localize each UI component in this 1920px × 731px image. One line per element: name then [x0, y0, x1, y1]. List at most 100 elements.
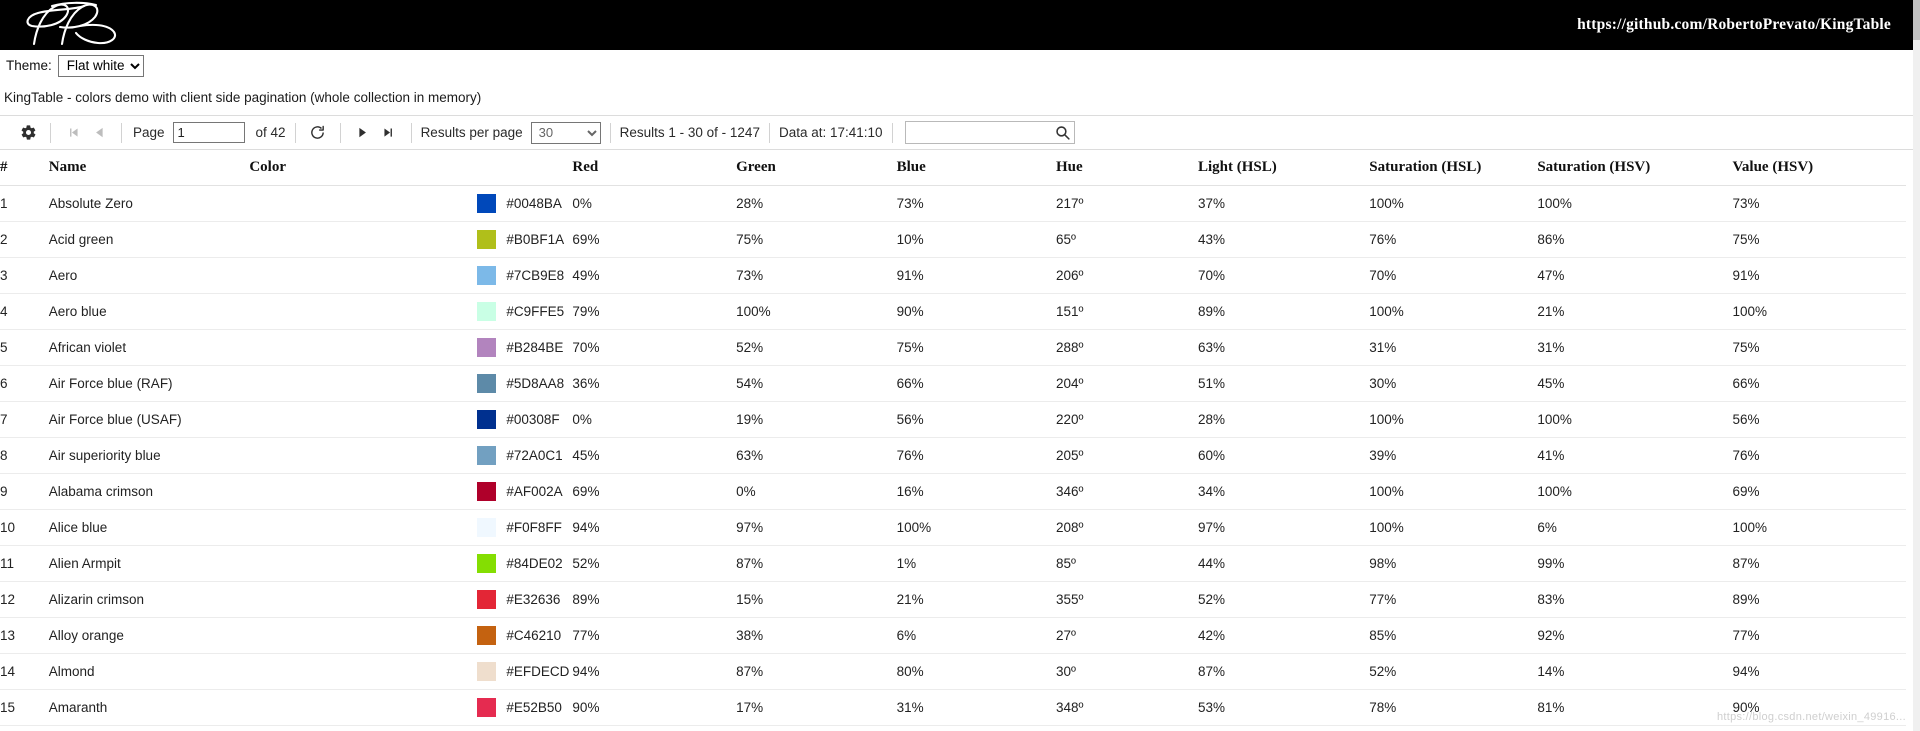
cell-name: Air superiority blue	[48, 437, 250, 474]
cell-blue: 1%	[896, 545, 1056, 582]
cell-hue: 30º	[1055, 653, 1198, 690]
nav-back-group	[51, 116, 121, 150]
table-row[interactable]: 7 Air Force blue (USAF) #00308F 0% 19% 56% 220…	[0, 401, 1906, 438]
table-row[interactable]: 14 Almond #EFDECD 94% 87% 80% 30º 87% 52% 14% 94%	[0, 653, 1906, 690]
gear-icon[interactable]	[15, 120, 41, 146]
column-header-light-hsl[interactable]: Light (HSL)	[1197, 150, 1370, 186]
page-input[interactable]	[172, 122, 245, 143]
color-swatch	[477, 482, 497, 501]
color-hex-label: #E52B50	[506, 700, 562, 715]
table-row[interactable]: 4 Aero blue #C9FFE5 79% 100% 90% 151º 89% 100% 21…	[0, 293, 1906, 330]
cell-index: 9	[0, 473, 49, 510]
cell-sat-hsl: 78%	[1369, 689, 1538, 726]
cell-value-hsv: 100%	[1732, 509, 1906, 546]
color-swatch-wrapper: #72A0C1	[249, 446, 568, 465]
table-row[interactable]: 9 Alabama crimson #AF002A 69% 0% 16% 346º 34% 10…	[0, 473, 1906, 510]
color-hex-label: #EFDECD	[506, 664, 570, 679]
cell-sat-hsl: 39%	[1369, 437, 1538, 474]
color-swatch	[477, 338, 497, 357]
column-header-sat-hsv[interactable]: Saturation (HSV)	[1537, 150, 1733, 186]
table-row[interactable]: 3 Aero #7CB9E8 49% 73% 91% 206º 70% 70% 47% 91%	[0, 257, 1906, 294]
next-page-icon[interactable]	[350, 120, 376, 146]
theme-select[interactable]: Flat white	[57, 54, 144, 77]
table-row[interactable]: 10 Alice blue #F0F8FF 94% 97% 100% 208º 97% 100%…	[0, 509, 1906, 546]
cell-name: Alabama crimson	[48, 473, 250, 510]
last-page-icon[interactable]	[376, 120, 402, 146]
cell-light-hsl: 87%	[1197, 653, 1370, 690]
column-header-red[interactable]: Red	[572, 150, 737, 186]
column-header-sat-hsl[interactable]: Saturation (HSL)	[1369, 150, 1538, 186]
search-input[interactable]	[904, 121, 1075, 144]
first-page-icon[interactable]	[60, 120, 86, 146]
cell-red: 70%	[572, 329, 737, 366]
color-swatch	[477, 194, 497, 213]
cell-green: 15%	[736, 581, 897, 618]
cell-red: 36%	[572, 365, 737, 402]
color-swatch-wrapper: #7CB9E8	[249, 266, 568, 285]
cell-light-hsl: 37%	[1197, 185, 1370, 222]
color-swatch	[477, 626, 497, 645]
table-body: 1 Absolute Zero #0048BA 0% 28% 73% 217º 37% 100%…	[0, 185, 1906, 726]
table-toolbar: Page of 42	[0, 116, 1913, 150]
table-header-row: # Name Color Red Green Blue Hue Light (H…	[0, 150, 1906, 186]
cell-sat-hsl: 100%	[1369, 473, 1538, 510]
cell-index: 6	[0, 365, 49, 402]
table-row[interactable]: 11 Alien Armpit #84DE02 52% 87% 1% 85º 44% 98% 99…	[0, 545, 1906, 582]
results-per-page-select[interactable]: 30	[530, 121, 601, 144]
table-description: KingTable - colors demo with client side…	[0, 81, 1913, 116]
prev-page-icon[interactable]	[86, 120, 112, 146]
cell-light-hsl: 34%	[1197, 473, 1370, 510]
cell-blue: 66%	[896, 365, 1056, 402]
color-swatch	[477, 374, 497, 393]
table-row[interactable]: 8 Air superiority blue #72A0C1 45% 63% 76% 205…	[0, 437, 1906, 474]
cell-index: 4	[0, 293, 49, 330]
column-header-value-hsv[interactable]: Value (HSV)	[1732, 150, 1906, 186]
cell-index: 8	[0, 437, 49, 474]
cell-hue: 217º	[1055, 185, 1198, 222]
column-header-hue[interactable]: Hue	[1055, 150, 1198, 186]
cell-sat-hsv: 47%	[1537, 257, 1733, 294]
project-url[interactable]: https://github.com/RobertoPrevato/KingTa…	[1577, 16, 1913, 34]
table-container: # Name Color Red Green Blue Hue Light (H…	[0, 150, 1913, 726]
cell-light-hsl: 43%	[1197, 221, 1370, 258]
table-row[interactable]: 1 Absolute Zero #0048BA 0% 28% 73% 217º 37% 100%…	[0, 185, 1906, 222]
column-header-blue[interactable]: Blue	[896, 150, 1056, 186]
table-row[interactable]: 12 Alizarin crimson #E32636 89% 15% 21% 355º 52…	[0, 581, 1906, 618]
cell-sat-hsl: 100%	[1369, 509, 1538, 546]
cell-index: 12	[0, 581, 49, 618]
cell-light-hsl: 51%	[1197, 365, 1370, 402]
column-header-green[interactable]: Green	[736, 150, 897, 186]
table-row[interactable]: 2 Acid green #B0BF1A 69% 75% 10% 65º 43% 76% 86% 7…	[0, 221, 1906, 258]
cell-green: 52%	[736, 329, 897, 366]
scrollbar-thumb[interactable]	[1913, 0, 1920, 40]
cell-light-hsl: 70%	[1197, 257, 1370, 294]
nav-forward-group	[341, 116, 411, 150]
theme-row: Theme: Flat white	[0, 50, 1920, 81]
cell-sat-hsl: 76%	[1369, 221, 1538, 258]
cell-blue: 91%	[896, 257, 1056, 294]
cell-name: African violet	[48, 329, 250, 366]
column-header-name[interactable]: Name	[48, 150, 250, 186]
cell-light-hsl: 53%	[1197, 689, 1370, 726]
cell-hue: 206º	[1055, 257, 1198, 294]
table-row[interactable]: 15 Amaranth #E52B50 90% 17% 31% 348º 53% 78% 81% 9…	[0, 689, 1906, 726]
table-row[interactable]: 5 African violet #B284BE 70% 52% 75% 288º 63% 31…	[0, 329, 1906, 366]
colors-table: # Name Color Red Green Blue Hue Light (H…	[0, 150, 1906, 726]
cell-sat-hsl: 98%	[1369, 545, 1538, 582]
cell-value-hsv: 100%	[1732, 293, 1906, 330]
cell-sat-hsv: 92%	[1537, 617, 1733, 654]
column-header-color[interactable]: Color	[249, 150, 573, 186]
cell-color: #C9FFE5	[249, 293, 573, 330]
page-scrollbar[interactable]	[1913, 0, 1920, 731]
cell-value-hsv: 76%	[1732, 437, 1906, 474]
color-swatch	[477, 446, 497, 465]
refresh-icon[interactable]	[305, 120, 331, 146]
color-hex-label: #00308F	[506, 412, 560, 427]
table-row[interactable]: 13 Alloy orange #C46210 77% 38% 6% 27º 42% 85% 92…	[0, 617, 1906, 654]
column-header-index[interactable]: #	[0, 150, 49, 186]
search-icon[interactable]	[1054, 124, 1071, 141]
cell-green: 19%	[736, 401, 897, 438]
cell-red: 45%	[572, 437, 737, 474]
table-row[interactable]: 6 Air Force blue (RAF) #5D8AA8 36% 54% 66% 204…	[0, 365, 1906, 402]
color-swatch	[477, 266, 497, 285]
